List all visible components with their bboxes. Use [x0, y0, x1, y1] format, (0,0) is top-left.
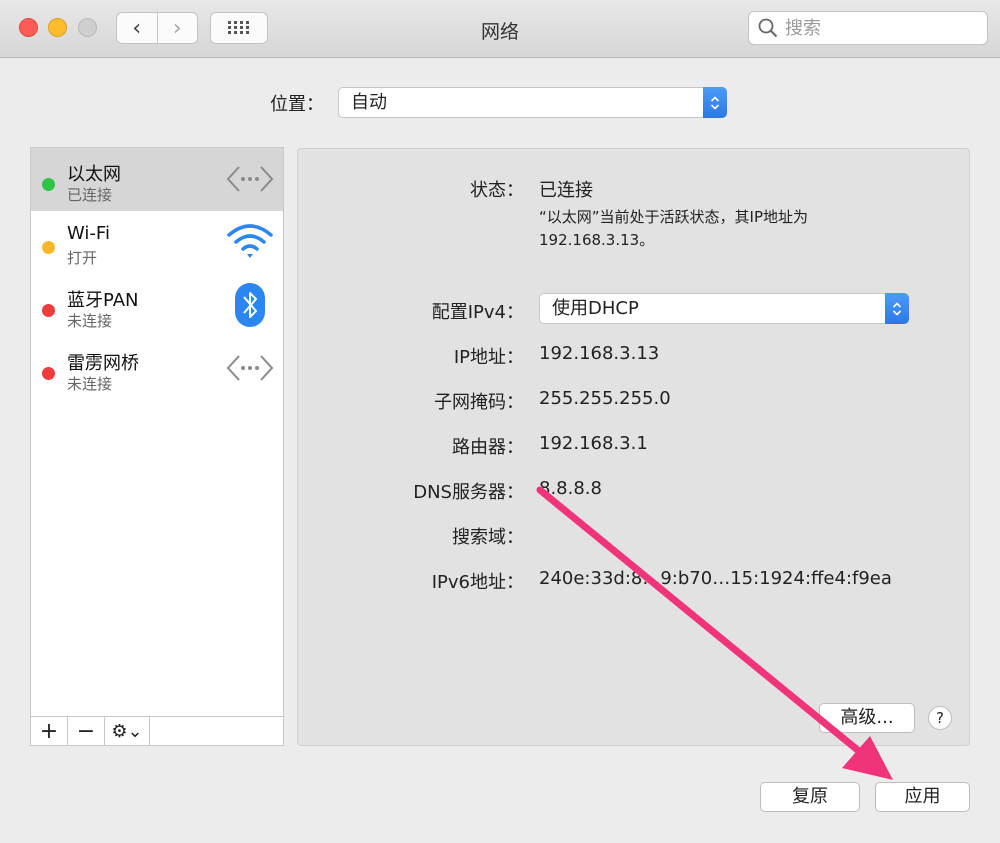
- subnet-mask-value: 255.255.255.0: [539, 388, 671, 409]
- config-ipv4-stepper: [885, 293, 909, 324]
- zoom-window-button[interactable]: [78, 18, 97, 37]
- forward-button[interactable]: ›: [156, 13, 198, 43]
- location-select[interactable]: 自动: [338, 87, 727, 118]
- add-service-button[interactable]: +: [31, 717, 68, 745]
- location-stepper: [703, 87, 727, 118]
- chevron-left-icon: ‹: [132, 15, 142, 41]
- subnet-mask-label: 子网掩码：: [434, 392, 524, 413]
- ethernet-icon: [226, 156, 274, 202]
- close-window-button[interactable]: [19, 18, 38, 37]
- service-item-ethernet[interactable]: 以太网 已连接: [31, 148, 283, 211]
- service-item-thunderbolt-bridge[interactable]: 雷雳网桥 未连接: [31, 337, 283, 400]
- chevron-up-down-icon: [892, 301, 902, 316]
- ip-address-label: IP地址：: [453, 347, 524, 368]
- grid-icon: [228, 21, 249, 34]
- location-label: 位置：: [270, 94, 324, 115]
- status-dot-green: [42, 178, 55, 191]
- help-button[interactable]: ?: [928, 706, 952, 730]
- service-status: 未连接: [67, 312, 113, 330]
- service-list: 以太网 已连接 Wi-Fi 打开 蓝牙PAN 未连接 雷雳网桥 未连接 + − …: [30, 147, 284, 746]
- service-status: 已连接: [67, 186, 113, 204]
- status-label: 状态：: [470, 180, 524, 201]
- bluetooth-icon: [226, 282, 274, 328]
- service-list-toolbar: + − ⚙︎⌄: [31, 716, 283, 745]
- thunderbolt-bridge-icon: [226, 345, 274, 391]
- config-ipv4-label: 配置IPv4：: [431, 302, 524, 323]
- show-all-button[interactable]: [210, 12, 268, 44]
- service-status: 未连接: [67, 375, 113, 393]
- router-label: 路由器：: [452, 437, 524, 458]
- service-item-bluetooth-pan[interactable]: 蓝牙PAN 未连接: [31, 274, 283, 337]
- back-button[interactable]: ‹: [117, 13, 157, 43]
- service-name: 蓝牙PAN: [67, 290, 139, 311]
- dns-server-label: DNS服务器：: [413, 482, 524, 503]
- advanced-button[interactable]: 高级...: [819, 703, 915, 733]
- service-name: 雷雳网桥: [67, 353, 139, 374]
- location-value: 自动: [351, 92, 387, 113]
- config-ipv4-value: 使用DHCP: [552, 298, 639, 319]
- status-description: “以太网”当前处于活跃状态，其IP地址为192.168.3.13。: [539, 208, 809, 249]
- router-value: 192.168.3.1: [539, 433, 648, 454]
- action-menu-button[interactable]: ⚙︎⌄: [105, 717, 150, 745]
- service-status: 打开: [67, 249, 98, 267]
- wifi-icon: [226, 219, 274, 265]
- search-input[interactable]: [785, 17, 975, 39]
- service-name: 以太网: [67, 164, 121, 185]
- apply-button[interactable]: 应用: [875, 782, 970, 812]
- remove-service-button[interactable]: −: [68, 717, 105, 745]
- search-box[interactable]: [748, 11, 988, 45]
- ipv6-address-label: IPv6地址：: [431, 572, 524, 593]
- service-name: Wi-Fi: [67, 223, 110, 244]
- revert-button[interactable]: 复原: [760, 782, 860, 812]
- search-icon: [758, 18, 778, 38]
- status-dot-yellow: [42, 241, 55, 254]
- config-ipv4-select[interactable]: 使用DHCP: [539, 293, 909, 324]
- back-forward-group: ‹ ›: [116, 12, 198, 44]
- ipv6-address-value: 240e:33d:8…9:b70…15:1924:ffe4:f9ea: [539, 568, 892, 589]
- status-dot-red: [42, 304, 55, 317]
- minimize-window-button[interactable]: [48, 18, 67, 37]
- window-title: 网络: [480, 21, 519, 43]
- ip-address-value: 192.168.3.13: [539, 343, 660, 364]
- dns-server-value: 8.8.8.8: [539, 478, 602, 499]
- chevron-up-down-icon: [710, 95, 720, 110]
- status-dot-red: [42, 367, 55, 380]
- status-value: 已连接: [539, 180, 593, 201]
- chevron-right-icon: ›: [172, 15, 182, 41]
- service-details-panel: 状态： 已连接 “以太网”当前处于活跃状态，其IP地址为192.168.3.13…: [297, 148, 970, 746]
- search-domain-label: 搜索域：: [452, 527, 524, 548]
- service-item-wifi[interactable]: Wi-Fi 打开: [31, 211, 283, 274]
- title-bar: ‹ › 网络: [0, 0, 1000, 58]
